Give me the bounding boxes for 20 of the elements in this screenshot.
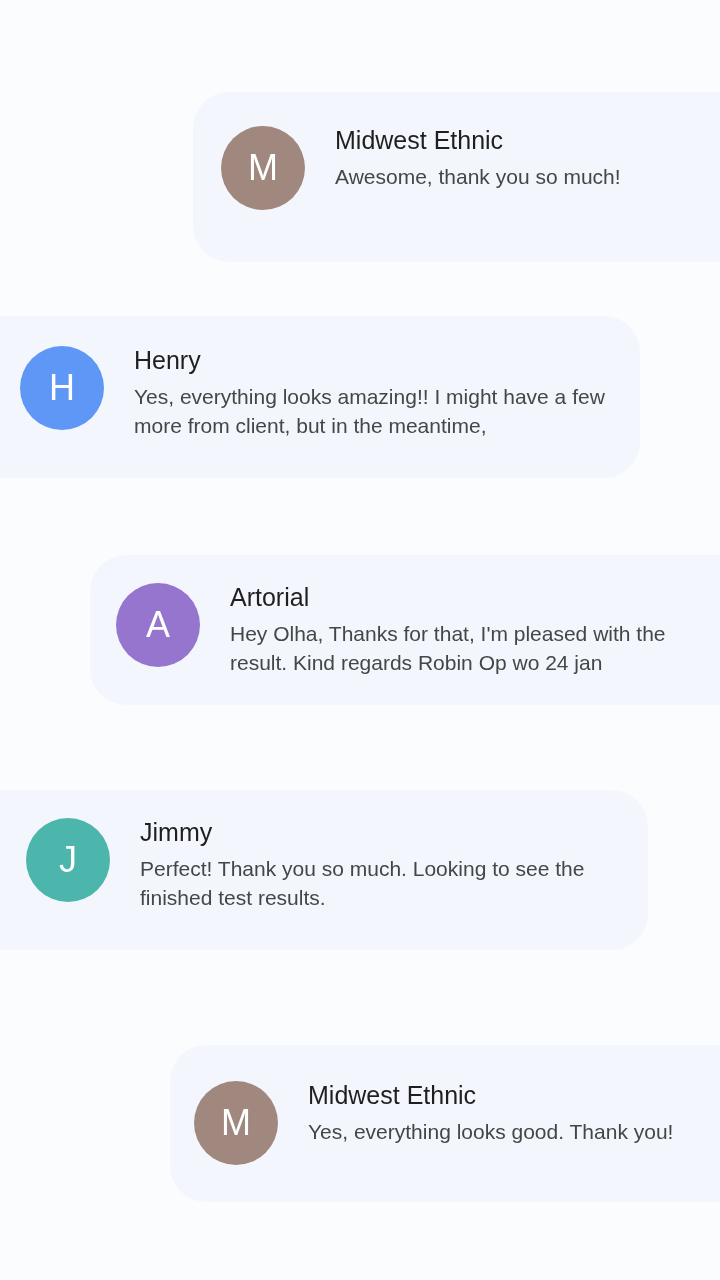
sender-name: Henry <box>134 345 202 376</box>
avatar: M <box>221 126 305 210</box>
message-preview: Awesome, thank you so much! <box>335 164 622 190</box>
message-preview: Yes, everything looks amazing!! I might have a few more from client, but in the meantime, <box>134 384 606 439</box>
sender-name: Jimmy <box>140 817 214 848</box>
message-preview: Hey Olha, Thanks for that, I'm pleased with the result. Kind regards Robin Op wo 24 jan <box>230 621 667 676</box>
avatar: H <box>20 346 104 430</box>
sender-name: Midwest Ethnic <box>308 1080 478 1111</box>
message-preview: Yes, everything looks good. Thank you! <box>308 1119 675 1145</box>
message-card[interactable]: M Midwest Ethnic Awesome, thank you so much! <box>193 92 720 262</box>
message-card[interactable]: A Artorial Hey Olha, Thanks for that, I'm pleased with the result. Kind regards Robin Op wo 24 jan <box>90 555 720 705</box>
sender-name: Artorial <box>230 582 311 613</box>
message-card[interactable]: M Midwest Ethnic Yes, everything looks good. Thank you! <box>170 1045 720 1202</box>
avatar: J <box>26 818 110 902</box>
message-card[interactable]: J Jimmy Perfect! Thank you so much. Looking to see the finished test results. <box>0 790 648 950</box>
avatar: A <box>116 583 200 667</box>
message-preview: Perfect! Thank you so much. Looking to see the finished test results. <box>140 856 586 911</box>
sender-name: Midwest Ethnic <box>335 125 505 156</box>
message-card[interactable]: H Henry Yes, everything looks amazing!! I might have a few more from client, but in the meantime, <box>0 316 640 478</box>
avatar: M <box>194 1081 278 1165</box>
